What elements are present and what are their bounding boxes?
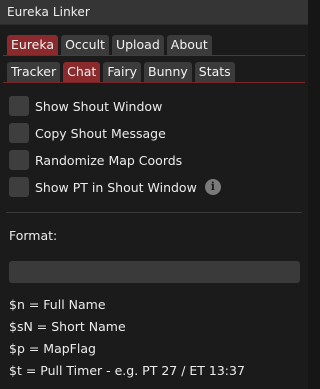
- help-text-short-name: $sN = Short Name: [9, 319, 126, 334]
- tab-fairy[interactable]: Fairy: [103, 62, 142, 82]
- tab-tracker[interactable]: Tracker: [7, 62, 61, 82]
- help-text-pull-timer: $t = Pull Timer - e.g. PT 27 / ET 13:37: [9, 363, 245, 378]
- option-randomize-map-coords: Randomize Map Coords: [9, 150, 182, 170]
- randomize-map-coords-checkbox[interactable]: [9, 150, 29, 170]
- format-input[interactable]: [9, 261, 300, 283]
- show-shout-window-checkbox[interactable]: [9, 96, 29, 116]
- option-label: Show PT in Shout Window: [35, 179, 197, 195]
- show-pt-in-shout-window-checkbox[interactable]: [9, 177, 29, 197]
- help-text-full-name: $n = Full Name: [9, 297, 106, 312]
- option-label: Copy Shout Message: [35, 125, 166, 141]
- option-label: Show Shout Window: [35, 98, 163, 114]
- option-label: Randomize Map Coords: [35, 152, 183, 168]
- info-icon[interactable]: i: [204, 179, 221, 195]
- tab-upload[interactable]: Upload: [111, 35, 164, 55]
- copy-shout-message-checkbox[interactable]: [9, 123, 29, 143]
- tab-occult[interactable]: Occult: [61, 35, 109, 55]
- title-bar[interactable]: Eureka Linker: [0, 0, 308, 25]
- window-title: Eureka Linker: [7, 5, 90, 19]
- format-label: Format:: [9, 228, 58, 243]
- tab-eureka[interactable]: Eureka: [7, 35, 59, 55]
- tab-chat[interactable]: Chat: [63, 62, 101, 82]
- tab-about[interactable]: About: [166, 35, 212, 55]
- eureka-linker-window: Eureka Linker Eureka Occult Upload About…: [0, 0, 308, 389]
- sub-tab-underline: [3, 82, 305, 83]
- main-tab-bar: Eureka Occult Upload About: [7, 35, 212, 57]
- separator: [6, 212, 302, 213]
- option-copy-shout-message: Copy Shout Message: [9, 123, 166, 143]
- option-show-shout-window: Show Shout Window: [9, 96, 162, 116]
- main-tab-underline: [3, 55, 305, 56]
- help-text-mapflag: $p = MapFlag: [9, 341, 96, 356]
- tab-bunny[interactable]: Bunny: [144, 62, 192, 82]
- option-show-pt-in-shout-window: Show PT in Shout Window i: [9, 177, 221, 197]
- tab-stats[interactable]: Stats: [194, 62, 235, 82]
- sub-tab-bar: Tracker Chat Fairy Bunny Stats: [7, 62, 235, 84]
